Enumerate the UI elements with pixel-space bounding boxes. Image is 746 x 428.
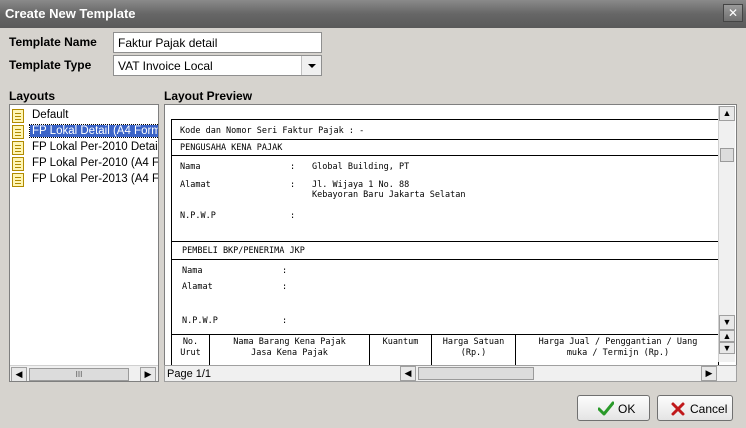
page-indicator: Page 1/1 [167, 368, 212, 380]
seller-npwp-label: N.P.W.P [180, 211, 216, 221]
preview-vertical-scrollbar[interactable]: ▲ ▼ ▲ ▼ [718, 106, 735, 362]
invoice-preview-page: Kode dan Nomor Seri Faktur Pajak : - PEN… [171, 119, 719, 367]
seller-address-line2: Kebayoran Baru Jakarta Selatan [312, 190, 466, 200]
buyer-address-label: Alamat [182, 282, 213, 292]
template-type-label: Template Type [9, 58, 92, 72]
template-name-label: Template Name [9, 35, 97, 49]
layouts-list[interactable]: Default FP Lokal Detail (A4 Form) FP Lok… [9, 104, 159, 382]
document-icon [12, 157, 24, 171]
buyer-name-colon: : [282, 266, 288, 276]
layout-preview-label: Layout Preview [164, 89, 253, 103]
seller-name-label: Nama [180, 162, 201, 172]
invoice-code-text: Kode dan Nomor Seri Faktur Pajak : - [180, 126, 365, 136]
chevron-down-icon[interactable] [301, 56, 321, 75]
column-header: Harga Jual / Penggantian / Uang muka / T… [538, 337, 698, 358]
layouts-horizontal-scrollbar[interactable]: ◀ III ▶ [10, 365, 158, 381]
column-header: Kuantum [370, 335, 432, 367]
layout-item-label: FP Lokal Detail (A4 Form) [29, 124, 158, 138]
ok-button[interactable]: OK [577, 395, 650, 421]
document-icon [12, 141, 24, 155]
seller-header: PENGUSAHA KENA PAJAK [180, 143, 283, 153]
layout-item-label: FP Lokal Per-2010 Detail (A [32, 141, 159, 153]
scroll-left-icon[interactable]: ◀ [400, 366, 416, 381]
template-name-value: Faktur Pajak detail [118, 36, 218, 50]
layout-preview-panel: Kode dan Nomor Seri Faktur Pajak : - PEN… [164, 104, 737, 382]
scroll-up-icon[interactable]: ▲ [719, 106, 735, 121]
scroll-right-icon[interactable]: ▶ [701, 366, 717, 381]
column-header: Nama Barang Kena Pajak Jasa Kena Pajak [210, 335, 370, 367]
cross-icon [671, 402, 685, 416]
buyer-header-row: PEMBELI BKP/PENERIMA JKP [172, 242, 718, 260]
seller-block: Nama : Global Building, PT Alamat : Jl. … [172, 156, 718, 242]
buyer-block: Nama : Alamat : N.P.W.P : [172, 260, 718, 334]
scroll-right-icon[interactable]: ▶ [140, 367, 156, 381]
buyer-name-label: Nama [182, 266, 203, 276]
cancel-button-label: Cancel [690, 402, 728, 416]
scroll-thumb[interactable] [720, 148, 734, 162]
buyer-npwp-label: N.P.W.P [182, 316, 218, 326]
template-type-select[interactable]: VAT Invoice Local [113, 55, 322, 76]
scroll-thumb[interactable]: III [29, 368, 129, 381]
seller-name-colon: : [290, 162, 296, 172]
scroll-left-icon[interactable]: ◀ [11, 367, 27, 381]
title-bar: Create New Template ✕ [0, 0, 746, 28]
layouts-label: Layouts [9, 89, 56, 103]
buyer-header: PEMBELI BKP/PENERIMA JKP [182, 246, 305, 256]
layout-item-label: FP Lokal Per-2010 (A4 Forr [32, 157, 159, 169]
scroll-down-icon[interactable]: ▼ [719, 315, 735, 330]
scroll-up-small-icon[interactable]: ▲ [719, 330, 735, 342]
layout-item-label: Default [32, 109, 69, 121]
seller-address-label: Alamat [180, 180, 211, 190]
preview-horizontal-scrollbar[interactable]: ◀ ▶ [398, 366, 720, 381]
document-icon [12, 109, 24, 123]
seller-header-row: PENGUSAHA KENA PAJAK [172, 140, 718, 156]
seller-address-line1: Jl. Wijaya 1 No. 88 [312, 180, 410, 190]
layout-item-label: FP Lokal Per-2013 (A4 Forr [32, 173, 159, 185]
scroll-down-small-icon[interactable]: ▼ [719, 342, 735, 354]
seller-address-colon: : [290, 180, 296, 190]
document-icon [12, 173, 24, 187]
close-button[interactable]: ✕ [723, 4, 743, 22]
preview-statusbar: Page 1/1 ◀ ▶ [164, 365, 737, 382]
items-table-header: No. Urut Nama Barang Kena Pajak Jasa Ken… [172, 334, 718, 367]
buyer-address-colon: : [282, 282, 288, 292]
buyer-npwp-colon: : [282, 316, 288, 326]
template-type-value: VAT Invoice Local [118, 59, 213, 73]
document-icon [12, 125, 24, 139]
window-title: Create New Template [5, 6, 136, 21]
template-name-input[interactable]: Faktur Pajak detail [113, 32, 322, 53]
invoice-code-row: Kode dan Nomor Seri Faktur Pajak : - [172, 120, 718, 140]
column-header: Harga Satuan (Rp.) [432, 335, 516, 367]
column-header: No. Urut [172, 335, 210, 367]
scroll-thumb[interactable] [418, 367, 534, 380]
seller-npwp-colon: : [290, 211, 296, 221]
ok-button-label: OK [618, 402, 636, 416]
seller-name-value: Global Building, PT [312, 162, 410, 172]
checkmark-icon [598, 401, 614, 416]
cancel-button[interactable]: Cancel [657, 395, 733, 421]
